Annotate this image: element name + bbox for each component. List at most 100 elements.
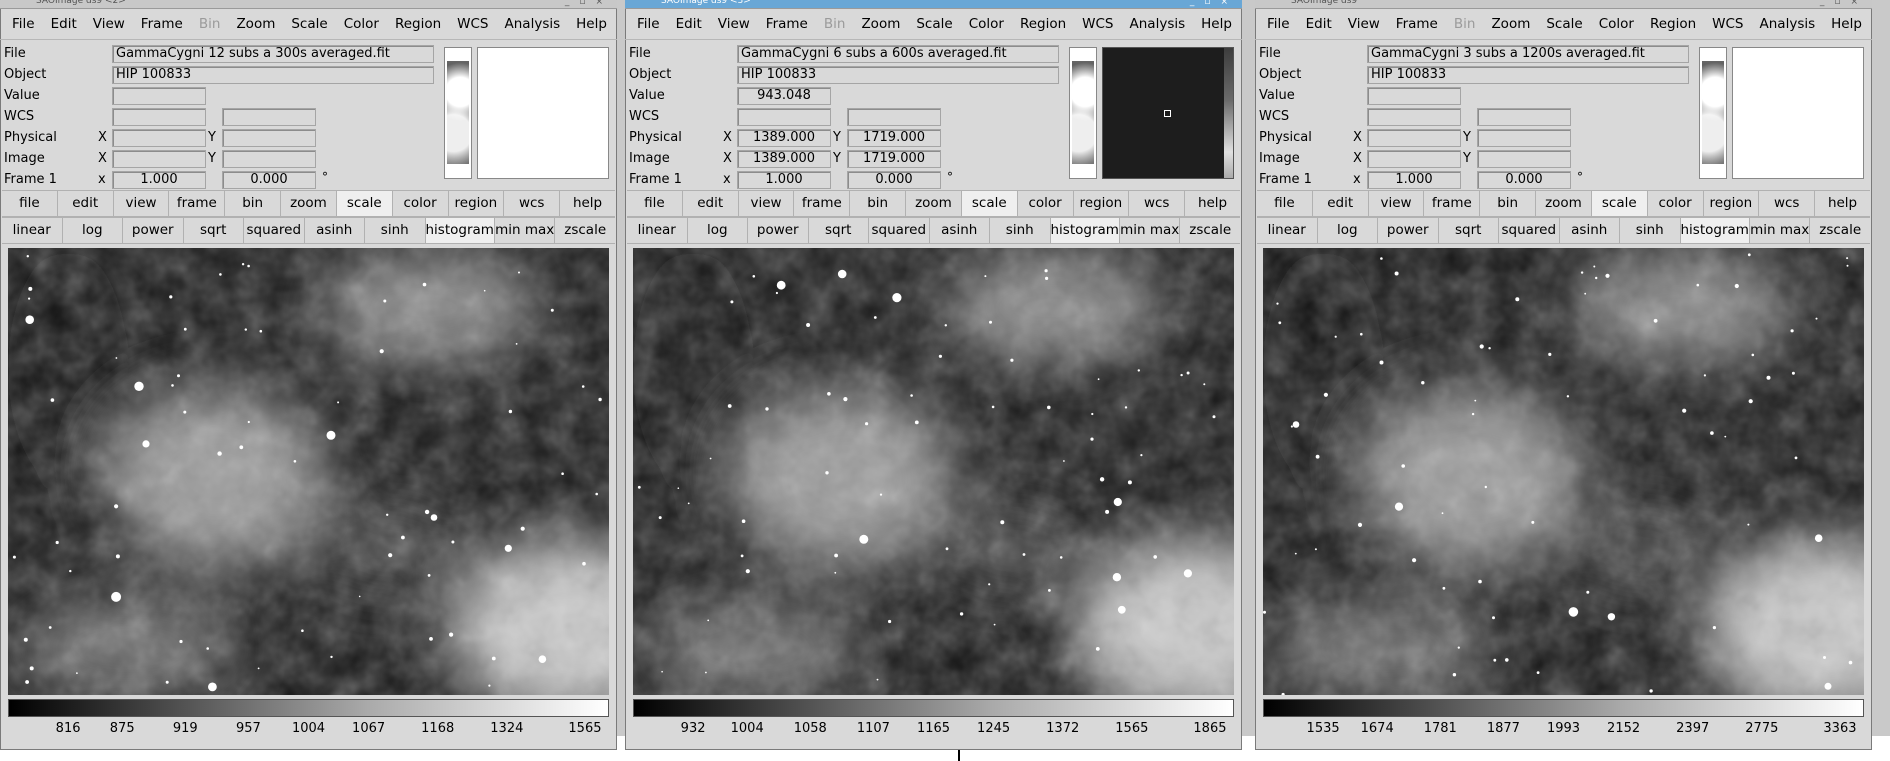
file-button[interactable]: file <box>1257 191 1313 216</box>
menu-region[interactable]: Region <box>387 16 449 32</box>
menu-zoom[interactable]: Zoom <box>228 16 283 32</box>
menu-scale[interactable]: Scale <box>908 16 960 32</box>
window-controls[interactable]: _▫× <box>1190 0 1238 7</box>
panner-thumbnail[interactable] <box>1699 47 1727 179</box>
image-display[interactable] <box>633 248 1234 695</box>
scale-squared-button[interactable]: squared <box>244 218 305 243</box>
menu-bin[interactable]: Bin <box>1446 16 1484 32</box>
menu-color[interactable]: Color <box>336 16 387 32</box>
menu-view[interactable]: View <box>710 16 758 32</box>
scale-linear-button[interactable]: linear <box>627 218 688 243</box>
menu-file[interactable]: File <box>1259 16 1298 32</box>
menu-frame[interactable]: Frame <box>133 16 191 32</box>
menu-view[interactable]: View <box>1340 16 1388 32</box>
menu-frame[interactable]: Frame <box>758 16 816 32</box>
scale-linear-button[interactable]: linear <box>1257 218 1318 243</box>
scale-histogram-button[interactable]: histogram <box>1680 218 1750 243</box>
panner-thumbnail[interactable] <box>1069 47 1097 179</box>
scale-min-max-button[interactable]: min max <box>1119 218 1181 243</box>
title-bar[interactable]: SAOImage ds9 <2> _▫× <box>0 0 617 9</box>
menu-wcs[interactable]: WCS <box>1074 16 1121 32</box>
file-button[interactable]: file <box>627 191 683 216</box>
scale-power-button[interactable]: power <box>123 218 184 243</box>
zoom-button[interactable]: zoom <box>1536 191 1592 216</box>
menu-wcs[interactable]: WCS <box>449 16 496 32</box>
bin-button[interactable]: bin <box>1480 191 1537 216</box>
color-button[interactable]: color <box>1017 191 1074 216</box>
region-button[interactable]: region <box>448 191 505 216</box>
title-bar[interactable]: SAOImage ds9 _▫× <box>1255 0 1872 9</box>
file-button[interactable]: file <box>2 191 58 216</box>
help-button[interactable]: help <box>1815 191 1870 216</box>
scale-squared-button[interactable]: squared <box>1499 218 1560 243</box>
menu-edit[interactable]: Edit <box>668 16 710 32</box>
menu-zoom[interactable]: Zoom <box>853 16 908 32</box>
bin-button[interactable]: bin <box>850 191 907 216</box>
scale-squared-button[interactable]: squared <box>869 218 930 243</box>
wcs-button[interactable]: wcs <box>1759 191 1816 216</box>
scale-log-button[interactable]: log <box>687 218 748 243</box>
menu-wcs[interactable]: WCS <box>1704 16 1751 32</box>
scale-sinh-button[interactable]: sinh <box>990 218 1051 243</box>
menu-frame[interactable]: Frame <box>1388 16 1446 32</box>
window-controls[interactable]: _▫× <box>565 0 613 7</box>
zoom-button[interactable]: zoom <box>906 191 962 216</box>
edit-button[interactable]: edit <box>682 191 739 216</box>
title-bar[interactable]: SAOImage ds9 <3> _▫× <box>625 0 1242 9</box>
panner-thumbnail[interactable] <box>444 47 472 179</box>
menu-region[interactable]: Region <box>1642 16 1704 32</box>
scale-asinh-button[interactable]: asinh <box>1559 218 1620 243</box>
help-button[interactable]: help <box>560 191 615 216</box>
menu-analysis[interactable]: Analysis <box>497 16 569 32</box>
menu-scale[interactable]: Scale <box>283 16 335 32</box>
menu-analysis[interactable]: Analysis <box>1752 16 1824 32</box>
scale-zscale-button[interactable]: zscale <box>555 218 615 243</box>
help-button[interactable]: help <box>1185 191 1240 216</box>
scale-min-max-button[interactable]: min max <box>1749 218 1811 243</box>
scale-sqrt-button[interactable]: sqrt <box>183 218 244 243</box>
wcs-button[interactable]: wcs <box>1129 191 1186 216</box>
scale-sqrt-button[interactable]: sqrt <box>1438 218 1499 243</box>
menu-zoom[interactable]: Zoom <box>1483 16 1538 32</box>
scale-button[interactable]: scale <box>336 191 393 216</box>
scale-asinh-button[interactable]: asinh <box>929 218 990 243</box>
scale-histogram-button[interactable]: histogram <box>425 218 495 243</box>
menu-analysis[interactable]: Analysis <box>1122 16 1194 32</box>
zoom-button[interactable]: zoom <box>281 191 337 216</box>
colorbar[interactable] <box>8 699 609 717</box>
menu-file[interactable]: File <box>4 16 43 32</box>
scale-linear-button[interactable]: linear <box>2 218 63 243</box>
scale-sqrt-button[interactable]: sqrt <box>808 218 869 243</box>
view-button[interactable]: view <box>738 191 795 216</box>
scale-power-button[interactable]: power <box>1378 218 1439 243</box>
scale-button[interactable]: scale <box>1591 191 1648 216</box>
menu-edit[interactable]: Edit <box>43 16 85 32</box>
wcs-button[interactable]: wcs <box>504 191 561 216</box>
menu-view[interactable]: View <box>85 16 133 32</box>
scale-min-max-button[interactable]: min max <box>494 218 556 243</box>
scale-log-button[interactable]: log <box>1317 218 1378 243</box>
menu-bin[interactable]: Bin <box>191 16 229 32</box>
colorbar[interactable] <box>633 699 1234 717</box>
scale-sinh-button[interactable]: sinh <box>365 218 426 243</box>
menu-region[interactable]: Region <box>1012 16 1074 32</box>
scale-button[interactable]: scale <box>961 191 1018 216</box>
edit-button[interactable]: edit <box>1312 191 1369 216</box>
scale-zscale-button[interactable]: zscale <box>1810 218 1870 243</box>
menu-color[interactable]: Color <box>1591 16 1642 32</box>
frame-button[interactable]: frame <box>794 191 851 216</box>
colorbar[interactable] <box>1263 699 1864 717</box>
window-controls[interactable]: _▫× <box>1820 0 1868 7</box>
region-button[interactable]: region <box>1703 191 1760 216</box>
color-button[interactable]: color <box>1647 191 1704 216</box>
region-button[interactable]: region <box>1073 191 1130 216</box>
scale-power-button[interactable]: power <box>748 218 809 243</box>
menu-help[interactable]: Help <box>1823 16 1870 32</box>
menu-help[interactable]: Help <box>568 16 615 32</box>
menu-edit[interactable]: Edit <box>1298 16 1340 32</box>
frame-button[interactable]: frame <box>169 191 226 216</box>
scale-log-button[interactable]: log <box>62 218 123 243</box>
scale-zscale-button[interactable]: zscale <box>1180 218 1240 243</box>
image-display[interactable] <box>1263 248 1864 695</box>
scale-asinh-button[interactable]: asinh <box>304 218 365 243</box>
